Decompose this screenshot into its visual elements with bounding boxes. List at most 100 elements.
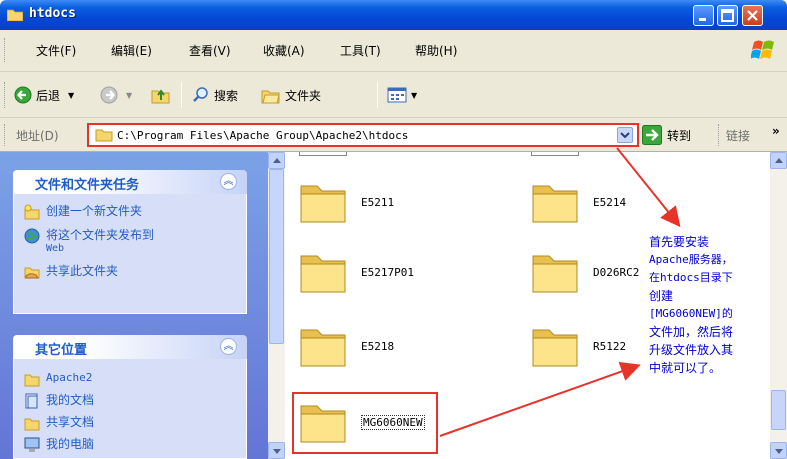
back-dropdown-icon[interactable]: ▼ [68, 91, 74, 100]
toolbar-grip[interactable] [4, 82, 7, 108]
maximize-button[interactable] [717, 5, 738, 26]
address-path[interactable]: C:\Program Files\Apache Group\Apache2\ht… [117, 129, 408, 142]
folder-item[interactable]: E5217P01 [299, 250, 414, 294]
toolbar-grip[interactable] [4, 38, 7, 62]
collapse-icon[interactable]: ︽ [220, 173, 237, 190]
task-pane: 文件和文件夹任务 ︽ 创建一个新文件夹 将这个文件夹发布到 Web 共享此文件夹… [0, 152, 268, 459]
folder-icon [300, 329, 346, 367]
back-button[interactable]: 后退 ▼ [14, 85, 74, 105]
toolbar-grip[interactable] [718, 124, 721, 146]
go-label: 转到 [667, 128, 692, 143]
scroll-down-button[interactable] [770, 442, 787, 459]
maximize-icon [721, 9, 734, 22]
go-button[interactable]: 转到 [642, 125, 691, 145]
annotation-line: 中就可以了。 [649, 361, 722, 375]
address-input[interactable]: C:\Program Files\Apache Group\Apache2\ht… [87, 123, 639, 147]
annotation-line: 文件加，然后将 [649, 325, 734, 339]
file-list-scrollbar[interactable] [770, 152, 787, 459]
folder-name: D026RC2 [593, 265, 640, 279]
scroll-thumb[interactable] [771, 390, 786, 430]
close-button[interactable] [742, 5, 763, 26]
place-my-documents-label: 我的文档 [46, 393, 95, 407]
forward-arrow-icon [100, 86, 118, 104]
folder-icon [532, 329, 578, 367]
menu-tools[interactable]: 工具(T) [340, 42, 381, 59]
folder-item[interactable]: R5122 [531, 324, 626, 368]
task-pane-scrollbar[interactable] [268, 152, 285, 459]
folders-button[interactable]: 文件夹 [261, 85, 321, 105]
windows-logo-icon [751, 38, 777, 62]
folder-item[interactable]: E5211 [299, 180, 394, 224]
menu-help[interactable]: 帮助(H) [415, 42, 457, 59]
task-new-folder-label: 创建一个新文件夹 [46, 204, 143, 218]
toolbar-grip[interactable] [4, 124, 7, 146]
file-tasks-title: 文件和文件夹任务 [35, 178, 140, 193]
minimize-button[interactable] [693, 5, 714, 26]
close-icon [747, 10, 758, 21]
folder-name: E5217P01 [361, 265, 414, 279]
folder-item[interactable]: E5214 [531, 180, 626, 224]
task-publish-web-sub: Web [46, 243, 65, 254]
place-shared-documents[interactable]: 共享文档 [24, 415, 94, 431]
minimize-icon [699, 18, 706, 21]
address-dropdown-button[interactable] [617, 127, 633, 143]
up-folder-button[interactable] [151, 85, 171, 105]
menu-file[interactable]: 文件(F) [36, 42, 76, 59]
forward-dropdown-icon[interactable]: ▼ [126, 91, 132, 100]
folder-up-icon [151, 89, 170, 104]
views-dropdown-icon[interactable]: ▼ [411, 91, 417, 100]
forward-button[interactable]: ▼ [100, 85, 132, 105]
folder-item[interactable]: D026RC2 [531, 250, 639, 294]
folder-icon [532, 255, 578, 293]
folders-icon [261, 90, 280, 104]
window-title: htdocs [29, 6, 76, 21]
views-button[interactable]: ▼ [387, 85, 417, 105]
highlight-box [292, 392, 438, 454]
title-bar[interactable]: htdocs [0, 0, 787, 30]
links-label[interactable]: 链接 [726, 127, 750, 144]
folder-icon [7, 9, 23, 21]
search-button[interactable]: 搜索 [192, 85, 238, 105]
share-folder-icon [24, 267, 40, 279]
menu-edit[interactable]: 编辑(E) [111, 42, 152, 59]
scroll-up-button[interactable] [268, 152, 285, 169]
task-publish-web[interactable]: 将这个文件夹发布到 Web [24, 228, 154, 256]
task-new-folder[interactable]: 创建一个新文件夹 [24, 204, 142, 220]
my-computer-icon [24, 437, 40, 452]
chevron-down-icon [620, 132, 630, 139]
scroll-down-button[interactable] [268, 442, 285, 459]
task-share-folder[interactable]: 共享此文件夹 [24, 264, 118, 280]
scroll-up-button[interactable] [770, 152, 787, 169]
my-documents-icon [25, 393, 38, 409]
menu-bar: 文件(F) 编辑(E) 查看(V) 收藏(A) 工具(T) 帮助(H) [0, 30, 787, 72]
place-my-computer-label: 我的电脑 [46, 437, 95, 451]
place-my-computer[interactable]: 我的电脑 [24, 437, 94, 453]
new-folder-icon [24, 204, 40, 220]
folder-icon [300, 185, 346, 223]
publish-web-icon [24, 228, 40, 244]
task-share-folder-label: 共享此文件夹 [46, 264, 119, 278]
other-places-header[interactable]: 其它位置 ︽ [13, 335, 247, 359]
address-bar: 地址(D) C:\Program Files\Apache Group\Apac… [0, 118, 787, 152]
address-label: 地址(D) [16, 129, 59, 143]
folder-icon [95, 129, 113, 142]
folder-name: R5122 [593, 339, 627, 353]
menu-view[interactable]: 查看(V) [189, 42, 231, 59]
file-tasks-header[interactable]: 文件和文件夹任务 ︽ [13, 170, 247, 194]
task-publish-web-label: 将这个文件夹发布到 [46, 228, 155, 242]
place-my-documents[interactable]: 我的文档 [24, 393, 94, 409]
file-tasks-panel: 创建一个新文件夹 将这个文件夹发布到 Web 共享此文件夹 [13, 194, 247, 314]
annotation-line: 在htdocs目录下 [649, 271, 733, 284]
folder-item[interactable]: E5218 [299, 324, 394, 368]
views-icon [387, 87, 407, 103]
other-places-panel: Apache2 我的文档 共享文档 我的电脑 [13, 359, 247, 459]
folder-name: E5214 [593, 195, 627, 209]
place-apache2[interactable]: Apache2 [24, 371, 92, 387]
scroll-thumb[interactable] [269, 169, 284, 344]
collapse-icon[interactable]: ︽ [220, 338, 237, 355]
menu-favorites[interactable]: 收藏(A) [263, 42, 305, 59]
folder-icon [24, 374, 40, 387]
chevron-right-icon[interactable]: » [772, 124, 780, 138]
annotation-line: 升级文件放入其 [649, 343, 734, 357]
annotation-line: 创建 [649, 289, 674, 303]
